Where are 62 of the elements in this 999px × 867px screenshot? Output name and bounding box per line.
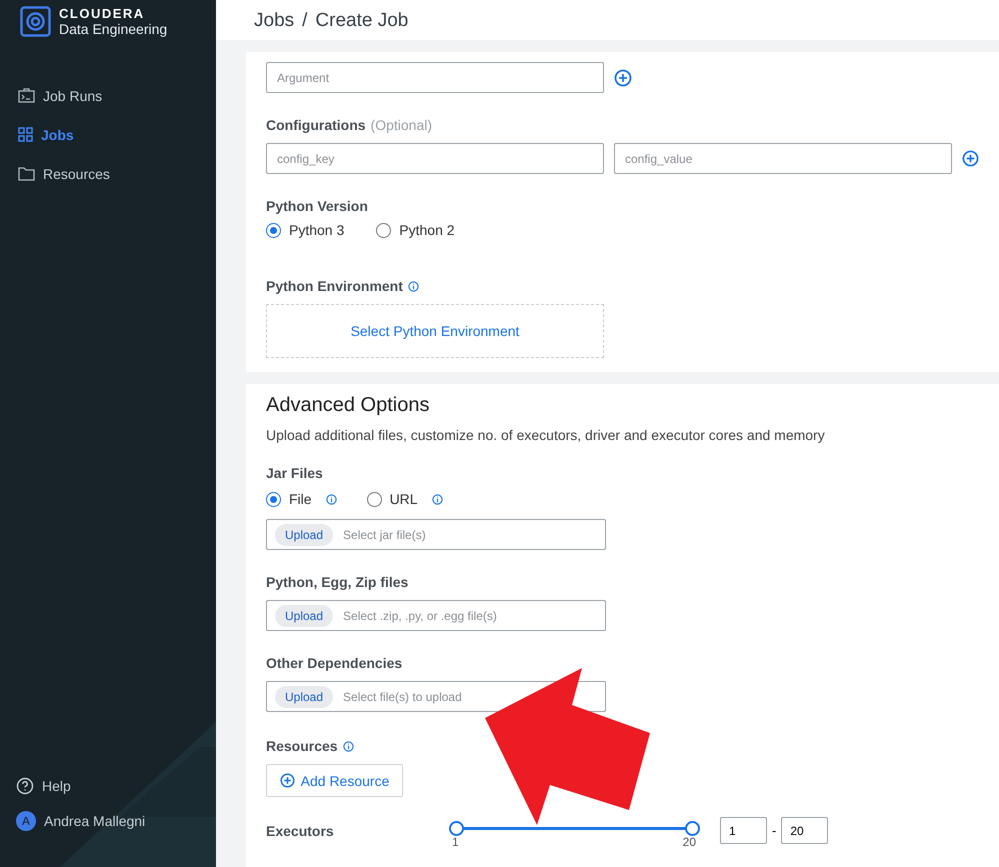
nav-item[interactable]: Resources xyxy=(0,155,216,192)
nav-item[interactable]: Jobs xyxy=(0,116,216,153)
upload-placeholder: Select file(s) to upload xyxy=(343,690,462,704)
breadcrumb-item[interactable]: Jobs xyxy=(254,10,294,32)
field-label: Jar Files xyxy=(266,465,323,481)
folder-icon xyxy=(18,166,35,180)
section-title: Advanced Options xyxy=(266,394,430,417)
radio-option[interactable]: Python 3 xyxy=(266,222,344,238)
logo-icon xyxy=(20,6,51,37)
radio-option[interactable]: File xyxy=(266,491,312,507)
help-link[interactable]: Help xyxy=(42,778,71,794)
radio-icon[interactable] xyxy=(366,492,382,506)
brand-name: CLOUDERA xyxy=(59,6,146,21)
section-description: Upload additional files, customize no. of executors, driver and executor cores and memory xyxy=(266,427,826,443)
field-label: Python Environment xyxy=(266,278,403,294)
radio-icon[interactable] xyxy=(376,222,392,238)
field-label: Python, Egg, Zip files xyxy=(266,574,408,590)
info-icon xyxy=(432,494,443,504)
select-environment-button[interactable]: Select Python Environment xyxy=(266,304,604,358)
breadcrumb-separator: / xyxy=(302,10,308,32)
nav-item[interactable]: Job Runs xyxy=(0,77,216,114)
config-key-field[interactable]: config_key xyxy=(266,143,604,174)
add-icon[interactable] xyxy=(962,150,979,167)
field-label: Executors xyxy=(266,822,335,839)
product-name: Data Engineering xyxy=(59,21,168,37)
file-upload-field[interactable]: Upload Select .zip, .py, or .egg file(s) xyxy=(266,600,606,631)
info-icon xyxy=(408,280,419,292)
upload-placeholder: Select jar file(s) xyxy=(343,528,426,542)
grid-icon xyxy=(18,127,33,142)
radio-option[interactable]: Python 2 xyxy=(376,222,455,238)
radio-icon[interactable] xyxy=(266,222,281,238)
add-icon[interactable] xyxy=(614,68,632,86)
radio-option[interactable]: URL xyxy=(366,491,418,507)
radio-icon[interactable] xyxy=(266,492,281,506)
file-upload-field[interactable]: Upload Select jar file(s) xyxy=(266,519,606,550)
config-value-field[interactable]: config_value xyxy=(614,143,952,174)
field-label: Other Dependencies xyxy=(266,655,402,671)
slider-thumb[interactable] xyxy=(685,821,700,836)
min-executors-field[interactable]: 1 xyxy=(720,817,767,844)
field-label: Python Version xyxy=(266,198,368,214)
breadcrumb-item: Create Job xyxy=(315,10,408,32)
slider-max-label: 20 xyxy=(682,836,696,848)
info-icon xyxy=(326,494,337,504)
range-slider[interactable] xyxy=(448,821,700,836)
upload-button[interactable]: Upload xyxy=(275,686,334,708)
field-label: Resources xyxy=(266,738,338,754)
user-name[interactable]: Andrea Mallegni xyxy=(44,813,146,829)
upload-button[interactable]: Upload xyxy=(275,604,334,626)
add-icon[interactable] xyxy=(280,773,295,788)
user-avatar[interactable]: A xyxy=(16,811,36,831)
argument-field[interactable]: Argument xyxy=(266,62,604,93)
slider-thumb[interactable] xyxy=(449,821,464,836)
range-separator: - xyxy=(772,823,776,838)
terminal-icon xyxy=(18,88,35,103)
field-label: Configurations (Optional) xyxy=(266,117,434,133)
help-icon[interactable] xyxy=(16,777,34,795)
add-resource-button[interactable]: Add Resource xyxy=(266,764,403,797)
max-executors-field[interactable]: 20 xyxy=(781,817,828,844)
upload-placeholder: Select .zip, .py, or .egg file(s) xyxy=(343,608,497,622)
info-icon xyxy=(342,740,354,752)
slider-min-label: 1 xyxy=(452,836,459,848)
upload-button[interactable]: Upload xyxy=(275,524,334,546)
